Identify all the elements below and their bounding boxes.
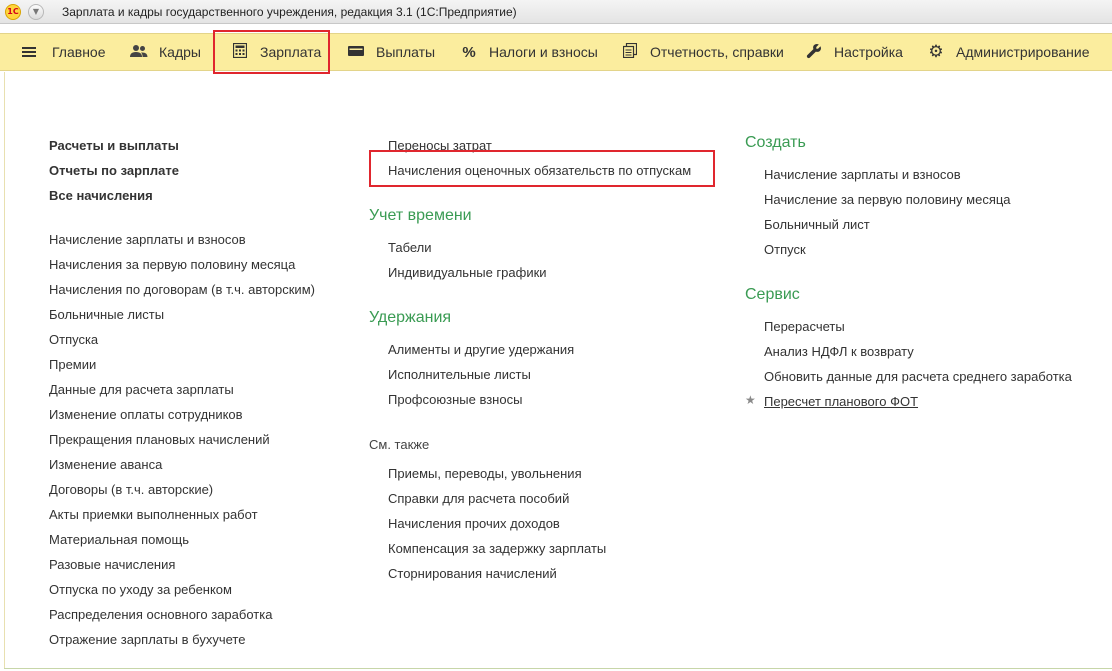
list-item[interactable]: Начисление зарплаты и взносов (49, 232, 246, 247)
list-item[interactable]: Договоры (в т.ч. авторские) (49, 482, 213, 497)
list-item[interactable]: Данные для расчета зарплаты (49, 382, 234, 397)
list-item[interactable]: Перерасчеты (764, 319, 845, 334)
title-bar: 1С ▼ Зарплата и кадры государственного у… (0, 0, 1112, 24)
group-header-create: Создать (745, 134, 806, 151)
section-main[interactable]: Главное (22, 34, 106, 70)
group-header-deductions: Удержания (369, 309, 452, 326)
list-item[interactable]: Профсоюзные взносы (388, 392, 522, 407)
list-item[interactable]: Компенсация за задержку зарплаты (388, 541, 606, 556)
percent-icon: % (462, 43, 476, 61)
main-menu-button[interactable]: ▼ (28, 4, 44, 20)
workspace-border (4, 72, 5, 669)
list-item[interactable]: Анализ НДФЛ к возврату (764, 344, 914, 359)
list-item[interactable]: Изменение аванса (49, 457, 162, 472)
wallet-icon (347, 45, 365, 60)
link-vacation-liabilities[interactable]: Начисления оценочных обязательств по отп… (388, 163, 691, 178)
list-item[interactable]: Индивидуальные графики (388, 265, 547, 280)
section-salary[interactable]: Зарплата (231, 34, 321, 70)
wrench-icon (805, 43, 823, 62)
calculator-icon (231, 42, 249, 61)
workspace-bottom-border (4, 668, 1112, 669)
list-item[interactable]: Справки для расчета пособий (388, 491, 569, 506)
section-label: Налоги и взносы (489, 44, 598, 60)
list-item[interactable]: Больничный лист (764, 217, 870, 232)
list-item[interactable]: Начисление зарплаты и взносов (764, 167, 961, 182)
section-label: Администрирование (956, 44, 1090, 60)
list-item[interactable]: Алименты и другие удержания (388, 342, 574, 357)
list-item[interactable]: Начисления за первую половину месяца (49, 257, 295, 272)
documents-icon (621, 42, 639, 61)
see-also-header: См. также (369, 437, 430, 452)
section-label: Зарплата (260, 44, 322, 60)
list-item[interactable]: Приемы, переводы, увольнения (388, 466, 582, 481)
list-item[interactable]: Разовые начисления (49, 557, 175, 572)
section-label: Кадры (159, 44, 201, 60)
list-item[interactable]: Сторнирования начислений (388, 566, 557, 581)
section-taxes[interactable]: % Налоги и взносы (460, 34, 598, 70)
app-window: 1С ▼ Зарплата и кадры государственного у… (0, 0, 1112, 671)
link-planned-fot-recalc[interactable]: Пересчет планового ФОТ (764, 394, 918, 409)
section-label: Выплаты (376, 44, 436, 60)
section-label: Настройка (834, 44, 903, 60)
gear-icon: ⚙ (928, 42, 944, 62)
section-settings[interactable]: Настройка (805, 34, 903, 70)
list-item[interactable]: Обновить данные для расчета среднего зар… (764, 369, 1072, 384)
list-item[interactable]: Отпуск (764, 242, 806, 257)
list-item[interactable]: Распределения основного заработка (49, 607, 272, 622)
group-header-time-tracking: Учет времени (369, 207, 472, 224)
list-item[interactable]: Начисления прочих доходов (388, 516, 560, 531)
list-item[interactable]: Отпуска по уходу за ребенком (49, 582, 232, 597)
list-item[interactable]: Прекращения плановых начислений (49, 432, 270, 447)
list-item[interactable]: Начисления по договорам (в т.ч. авторски… (49, 282, 315, 297)
section-personnel[interactable]: Кадры (130, 34, 201, 70)
group-header-service: Сервис (745, 286, 800, 303)
window-title: Зарплата и кадры государственного учрежд… (62, 5, 517, 19)
app-logo-icon: 1С (5, 4, 21, 20)
list-item[interactable]: Исполнительные листы (388, 367, 531, 382)
link-cost-transfers[interactable]: Переносы затрат (388, 138, 492, 153)
section-reports[interactable]: Отчетность, справки (621, 34, 784, 70)
list-item[interactable]: Премии (49, 357, 96, 372)
list-item[interactable]: Табели (388, 240, 432, 255)
list-item[interactable]: Изменение оплаты сотрудников (49, 407, 243, 422)
link-all-accruals[interactable]: Все начисления (49, 188, 153, 203)
list-item[interactable]: Отражение зарплаты в бухучете (49, 632, 245, 647)
link-payroll-and-payments[interactable]: Расчеты и выплаты (49, 138, 179, 153)
list-item[interactable]: Акты приемки выполненных работ (49, 507, 258, 522)
section-panel: Главное Кадры Зарплата Выплаты % Налоги … (0, 33, 1112, 71)
link-payroll-reports[interactable]: Отчеты по зарплате (49, 163, 179, 178)
list-item[interactable]: Начисление за первую половину месяца (764, 192, 1011, 207)
section-payments[interactable]: Выплаты (347, 34, 435, 70)
hamburger-icon (22, 46, 36, 58)
list-item[interactable]: Отпуска (49, 332, 98, 347)
list-item[interactable]: Материальная помощь (49, 532, 189, 547)
section-label: Главное (52, 44, 106, 60)
section-label: Отчетность, справки (650, 44, 784, 60)
people-icon (130, 44, 148, 61)
section-administration[interactable]: ⚙ Администрирование (927, 34, 1090, 70)
star-icon: ★ (745, 393, 756, 407)
list-item[interactable]: Больничные листы (49, 307, 164, 322)
